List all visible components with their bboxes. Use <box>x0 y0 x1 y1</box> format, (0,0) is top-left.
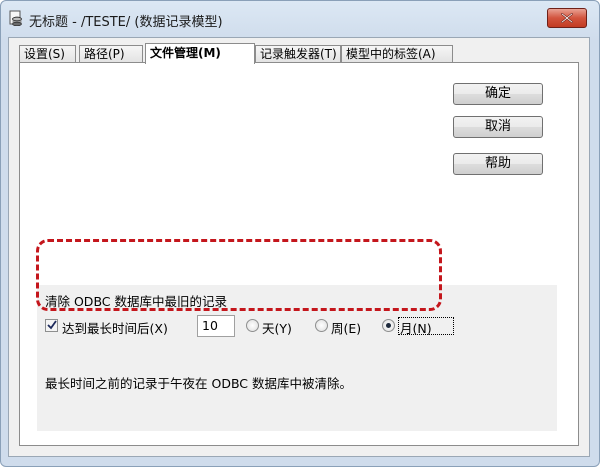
radio-months[interactable] <box>382 319 395 332</box>
tab-path[interactable]: 路径(P) <box>79 45 143 62</box>
radio-days-label[interactable]: 天(Y) <box>262 318 292 337</box>
radio-weeks-label[interactable]: 周(E) <box>331 318 361 337</box>
window-title: 无标题 - /TESTE/ (数据记录模型) <box>29 15 223 30</box>
close-button[interactable] <box>547 8 587 28</box>
max-time-checkbox[interactable] <box>45 319 58 332</box>
radio-weeks[interactable] <box>315 319 328 332</box>
tab-file-management[interactable]: 文件管理(M) <box>145 43 255 64</box>
purge-group-title: 清除 ODBC 数据库中最旧的记录 <box>45 294 227 309</box>
checkmark-icon <box>47 320 57 330</box>
title-bar[interactable]: 无标题 - /TESTE/ (数据记录模型) <box>1 1 599 35</box>
tab-tags-in-model[interactable]: 模型中的标签(A) <box>341 45 453 62</box>
dialog-window: 无标题 - /TESTE/ (数据记录模型) 设置(S) 路径(P) 文件管理(… <box>0 0 600 467</box>
database-icon <box>9 10 23 27</box>
purge-description: 最长时间之前的记录于午夜在 ODBC 数据库中被清除。 <box>45 376 352 391</box>
tab-strip: 设置(S) 路径(P) 文件管理(M) 记录触发器(T) 模型中的标签(A) <box>19 43 579 64</box>
help-button[interactable]: 帮助 <box>453 153 543 175</box>
max-time-checkbox-label[interactable]: 达到最长时间后(X) <box>62 318 168 337</box>
radio-days[interactable] <box>246 319 259 332</box>
tab-panel-file-management: 确定 取消 帮助 清除 ODBC 数据库中最旧的记录 达到最长时间后(X) 10… <box>19 62 579 446</box>
max-time-input[interactable]: 10 <box>197 315 235 337</box>
tab-log-triggers[interactable]: 记录触发器(T) <box>255 45 341 62</box>
purge-options-row: 达到最长时间后(X) 10 天(Y) 周(E) 月(N) <box>45 315 545 337</box>
dialog-client-area: 设置(S) 路径(P) 文件管理(M) 记录触发器(T) 模型中的标签(A) 确… <box>8 37 590 457</box>
cancel-button[interactable]: 取消 <box>453 116 543 138</box>
tab-settings[interactable]: 设置(S) <box>19 45 76 62</box>
ok-button[interactable]: 确定 <box>453 83 543 105</box>
radio-months-label[interactable]: 月(N) <box>400 318 432 337</box>
purge-group: 清除 ODBC 数据库中最旧的记录 达到最长时间后(X) 10 天(Y) 周(E… <box>37 285 557 431</box>
close-icon <box>561 13 573 23</box>
